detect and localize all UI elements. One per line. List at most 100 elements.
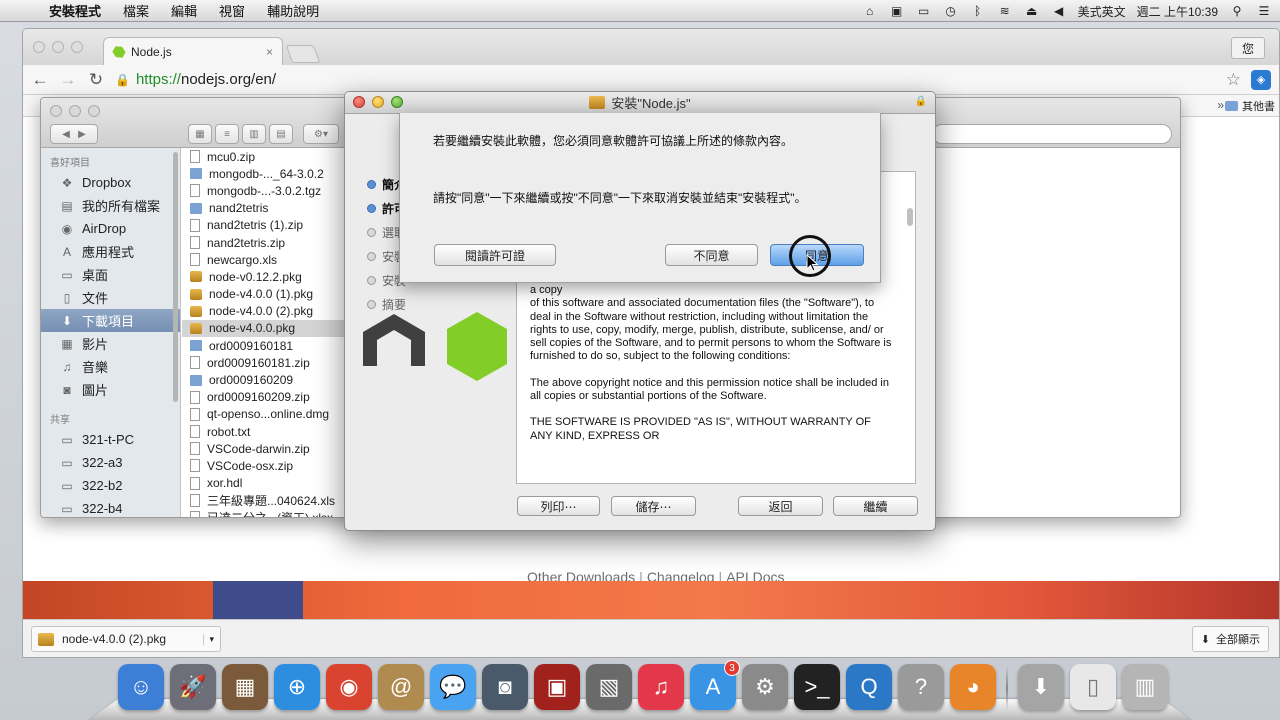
sidebar-shared-item-3[interactable]: ▭ 322-b2 [41,474,180,497]
license-text: a copy of this software and associated do… [530,284,892,456]
clock[interactable]: 週二 上午10:39 [1137,3,1218,20]
tab-close-icon[interactable]: × [266,45,273,59]
system-info-icon[interactable]: ▦ [222,664,268,710]
continue-button[interactable]: 繼續 [833,496,918,516]
launchpad-icon[interactable]: 🚀 [170,664,216,710]
dropbox-icon: ❖ [61,175,73,190]
notification-center-icon[interactable]: ☰ [1256,4,1272,18]
app-store-icon[interactable]: A3 [690,660,740,710]
sidebar-favorite-item-2[interactable]: ▤ 我的所有檔案 [41,194,180,217]
blender-icon[interactable]: ◕ [950,664,996,710]
finder-zoom-button[interactable] [88,105,100,117]
bluetooth-icon[interactable]: ᛒ [970,4,986,18]
document-icon [190,390,200,404]
sidebar-favorite-item-4[interactable]: A 應用程式 [41,240,180,263]
itunes-icon[interactable]: ♫ [638,664,684,710]
wifi-icon[interactable]: ≋ [997,4,1013,18]
trash-icon[interactable]: ▥ [1122,664,1168,710]
eject-icon[interactable]: ⏏ [1024,4,1040,18]
license-scrollbar[interactable] [907,208,913,226]
safari-icon[interactable]: ⊕ [274,664,320,710]
icon-view-button[interactable]: ▦ [188,124,212,144]
menu-file[interactable]: 檔案 [112,1,160,20]
finder-close-button[interactable] [50,105,62,117]
back-forward-buttons[interactable]: ◀ ▶ [50,124,98,144]
sidebar-favorite-item-7[interactable]: ⬇ 下載項目 [41,309,180,332]
profile-button[interactable]: 您 [1231,37,1265,59]
sidebar-favorite-item-label: AirDrop [82,221,127,236]
finder-icon[interactable]: ☺ [118,664,164,710]
sidebar-shared-item-2[interactable]: ▭ 322-a3 [41,451,180,474]
movies-icon: ▦ [61,336,73,351]
contacts-icon[interactable]: @ [378,664,424,710]
back-arrow-icon[interactable]: ← [31,70,49,90]
installer-close-button[interactable] [353,96,365,108]
bookmarks-overflow-icon[interactable]: » [1217,98,1224,112]
messages-icon[interactable]: 💬 [430,664,476,710]
installer-window-controls [353,96,403,108]
chrome-icon[interactable]: ◉ [326,664,372,710]
system-preferences-icon[interactable]: ⚙ [742,664,788,710]
tab-nodejs[interactable]: Node.js × [103,37,283,65]
print-button[interactable]: 列印⋯ [517,496,600,516]
installer-minimize-button[interactable] [372,96,384,108]
disagree-button[interactable]: 不同意 [665,244,758,266]
sidebar-favorite-item-6[interactable]: ▯ 文件 [41,286,180,309]
reload-icon[interactable]: ↻ [87,70,105,90]
spotlight-search-icon[interactable]: ⚲ [1229,4,1245,18]
read-license-button[interactable]: 閱讀許可證 [434,244,556,266]
show-all-downloads-button[interactable]: ⬇ 全部顯示 [1191,626,1269,652]
download-item[interactable]: node-v4.0.0 (2).pkg ▾ [31,626,221,652]
photo-booth-icon[interactable]: ▣ [534,664,580,710]
back-button[interactable]: 返回 [738,496,823,516]
document-stack-icon[interactable]: ▯ [1070,664,1116,710]
sidebar-favorite-item-label: Dropbox [82,175,132,190]
sidebar-shared-item-4[interactable]: ▭ 322-b4 [41,497,180,517]
facetime-icon[interactable]: ◙ [482,664,528,710]
time-machine-icon[interactable]: ◷ [943,4,959,18]
quicktime-icon[interactable]: Q [846,664,892,710]
zoom-window-button[interactable] [71,41,83,53]
save-button[interactable]: 儲存⋯ [611,496,696,516]
help-icon[interactable]: ? [898,664,944,710]
menu-edit[interactable]: 編輯 [160,1,208,20]
installer-zoom-button[interactable] [391,96,403,108]
download-menu-caret-icon[interactable]: ▾ [203,633,214,645]
finder-minimize-button[interactable] [69,105,81,117]
list-view-button[interactable]: ≡ [215,124,239,144]
terminal-icon[interactable]: >_ [794,664,840,710]
image-capture-icon[interactable]: ▣ [889,4,905,18]
close-window-button[interactable] [33,41,45,53]
iphoto-icon[interactable]: ▧ [586,664,632,710]
menu-installer[interactable]: 安裝程式 [38,1,112,20]
forward-arrow-icon[interactable]: → [59,70,77,90]
bookmark-star-icon[interactable]: ☆ [1226,70,1241,90]
sidebar-favorite-item-5[interactable]: ▭ 桌面 [41,263,180,286]
extension-icon[interactable]: ◈ [1251,69,1271,90]
column-view-button[interactable]: ▥ [242,124,266,144]
minimize-window-button[interactable] [52,41,64,53]
sidebar-favorite-item-label: 下載項目 [82,314,135,329]
action-gear-icon[interactable]: ⚙▾ [303,124,339,144]
sidebar-favorite-item-3[interactable]: ◉ AirDrop [41,217,180,240]
sidebar-favorite-item-1[interactable]: ❖ Dropbox [41,171,180,194]
notifications-icon[interactable]: ⌂ [862,4,878,18]
sidebar-shared-item-1[interactable]: ▭ 321-t-PC [41,428,180,451]
sidebar-scrollbar[interactable] [173,152,178,402]
airplay-icon[interactable]: ▭ [916,4,932,18]
sidebar-favorite-item-9[interactable]: ♫ 音樂 [41,355,180,378]
menu-window[interactable]: 視窗 [208,1,256,20]
menu-help[interactable]: 輔助說明 [256,1,330,20]
finder-search-field[interactable] [932,124,1172,144]
other-bookmarks-folder[interactable]: 其他書 [1225,98,1275,114]
input-method-menu[interactable]: 美式英文 [1078,3,1126,20]
sidebar-favorite-item-10[interactable]: ◙ 圖片 [41,378,180,401]
coverflow-view-button[interactable]: ▤ [269,124,293,144]
new-tab-button[interactable] [285,45,321,63]
downloads-stack-icon[interactable]: ⬇ [1018,664,1064,710]
sidebar-favorite-item-8[interactable]: ▦ 影片 [41,332,180,355]
page-banner-image [23,581,1279,619]
volume-icon[interactable]: ◀ [1051,4,1067,18]
address-bar[interactable]: 🔒 https://nodejs.org/en/ [115,68,1216,92]
computer-icon: ▭ [61,432,73,447]
